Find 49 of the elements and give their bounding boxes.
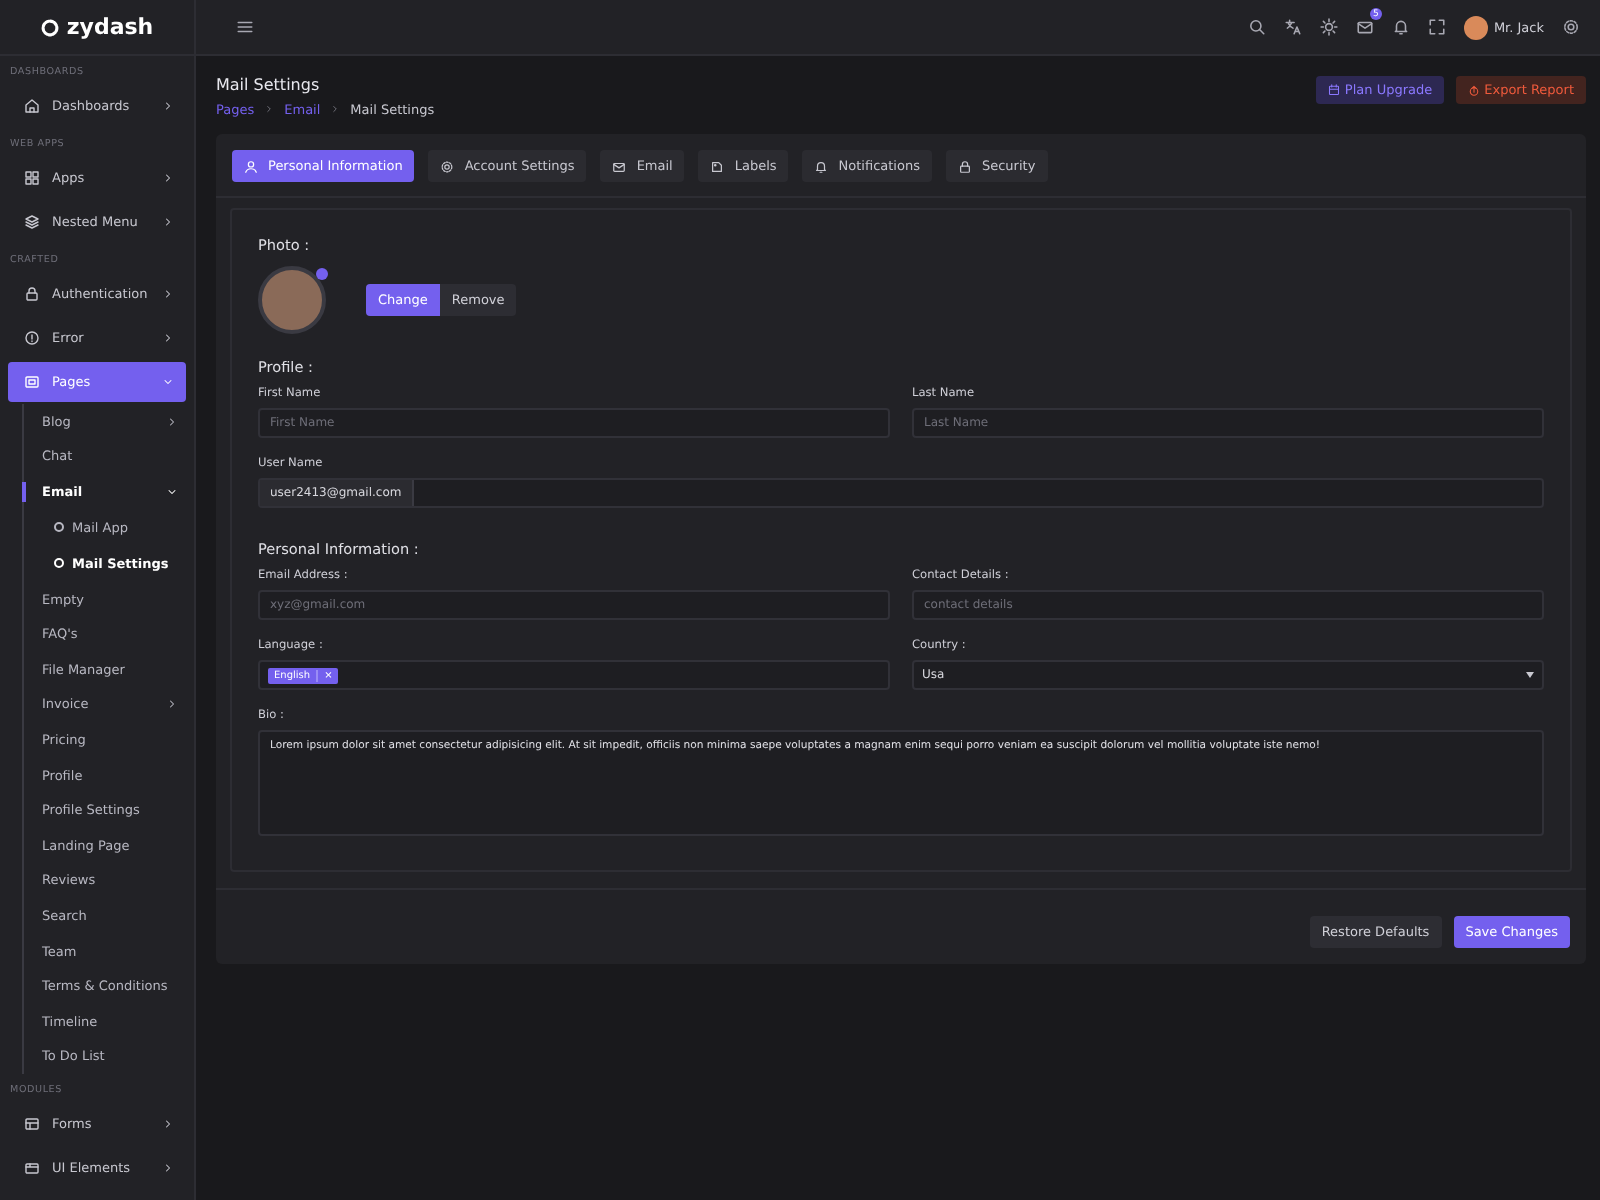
- theme-button[interactable]: [1319, 18, 1338, 36]
- page-title: Mail Settings: [216, 76, 322, 94]
- tag-icon: [710, 159, 725, 173]
- chevron-icon: [330, 103, 341, 113]
- layers-icon: [24, 214, 40, 230]
- chevron-icon: [162, 1162, 174, 1175]
- menu-icon: [236, 18, 254, 36]
- bell-icon: [1391, 18, 1410, 36]
- chevron-icon: [162, 376, 174, 388]
- chevron-icon: [162, 216, 174, 228]
- chevron-icon: [162, 288, 174, 300]
- envelope-icon: [612, 159, 627, 173]
- chevron-icon: [166, 415, 178, 428]
- chevron-icon: [166, 698, 178, 711]
- language-button[interactable]: [1283, 18, 1302, 36]
- notifications-button[interactable]: [1391, 18, 1410, 36]
- menu-button[interactable]: [236, 18, 254, 36]
- page-icon: [24, 374, 40, 390]
- settings-icon: [1562, 18, 1580, 36]
- logo-icon: [40, 17, 61, 37]
- search-icon: [1247, 18, 1266, 36]
- upload-icon: [1468, 84, 1481, 96]
- chevron-icon: [162, 172, 174, 184]
- grid-icon: [24, 170, 40, 186]
- chevron-icon: [162, 100, 174, 112]
- home-icon: [24, 98, 40, 114]
- user-icon: [244, 159, 258, 173]
- calendar-icon: [1328, 84, 1341, 96]
- gear-icon: [440, 159, 455, 173]
- chevron-icon: [162, 332, 174, 344]
- translate-icon: [1283, 18, 1302, 36]
- settings-button[interactable]: [1562, 18, 1580, 36]
- user-avatar[interactable]: [1463, 15, 1488, 39]
- fullscreen-button[interactable]: [1427, 18, 1446, 36]
- info-icon: [24, 330, 40, 346]
- logo-text: zydash: [66, 14, 154, 40]
- sun-icon: [1319, 18, 1338, 36]
- lock-icon: [957, 159, 972, 173]
- box-icon: [24, 1160, 40, 1177]
- table-icon: [24, 1116, 40, 1133]
- expand-icon: [1427, 18, 1446, 36]
- search-button[interactable]: [1247, 18, 1266, 36]
- chevron-icon: [264, 103, 275, 113]
- inbox-icon: [1355, 18, 1374, 36]
- chevron-icon: [166, 485, 178, 498]
- camera-badge[interactable]: [316, 268, 328, 280]
- chevron-icon: [162, 1118, 174, 1131]
- bell-icon: [814, 159, 829, 173]
- lock-icon: [24, 286, 40, 302]
